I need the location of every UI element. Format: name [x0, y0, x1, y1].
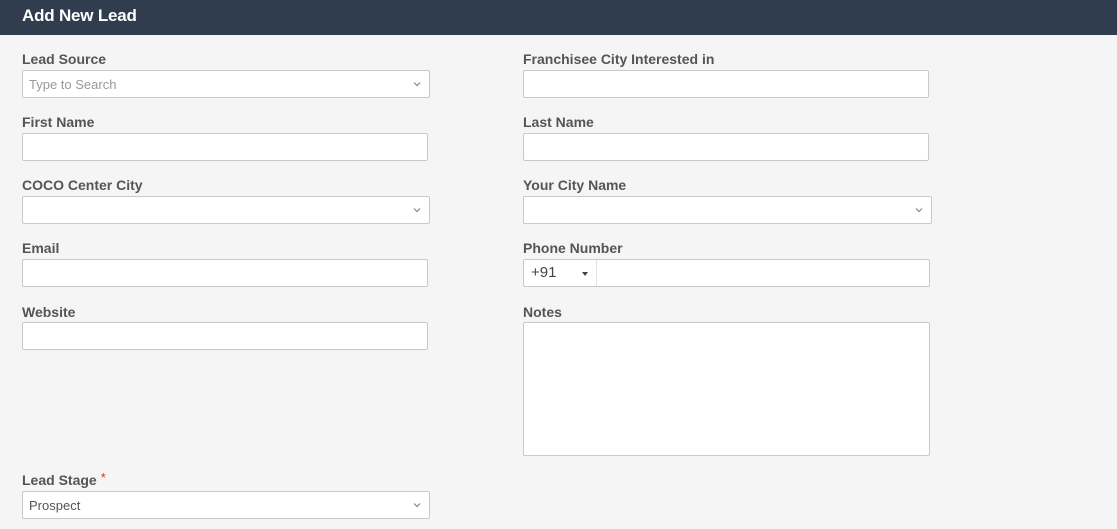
- email-input[interactable]: [22, 259, 428, 287]
- coco-center-city-select[interactable]: [22, 196, 430, 224]
- page-header: Add New Lead: [0, 0, 1117, 35]
- chevron-down-icon: [413, 208, 421, 213]
- lead-source-label: Lead Source: [22, 51, 107, 67]
- lead-source-select[interactable]: Type to Search: [22, 70, 430, 98]
- chevron-down-icon: [413, 82, 421, 87]
- phone-number-input[interactable]: [598, 260, 928, 286]
- website-input[interactable]: [22, 322, 428, 350]
- country-code-value: +91: [531, 264, 557, 281]
- notes-textarea[interactable]: [523, 322, 930, 456]
- website-label: Website: [22, 304, 76, 320]
- your-city-name-select[interactable]: [523, 196, 932, 224]
- franchisee-city-input[interactable]: [523, 70, 929, 98]
- coco-center-city-label: COCO Center City: [22, 177, 143, 193]
- lead-stage-label: Lead Stage *: [22, 470, 106, 488]
- phone-number-field: +91: [523, 259, 930, 287]
- your-city-name-label: Your City Name: [523, 177, 627, 193]
- phone-number-label: Phone Number: [523, 240, 623, 256]
- required-marker: *: [100, 470, 106, 485]
- first-name-label: First Name: [22, 114, 95, 130]
- caret-down-icon: [582, 272, 588, 276]
- lead-source-placeholder: Type to Search: [29, 77, 117, 92]
- first-name-input[interactable]: [22, 133, 428, 161]
- chevron-down-icon: [915, 208, 923, 213]
- email-label: Email: [22, 240, 60, 256]
- country-code-select[interactable]: +91: [524, 260, 597, 286]
- page-title: Add New Lead: [22, 6, 137, 25]
- last-name-input[interactable]: [523, 133, 929, 161]
- chevron-down-icon: [413, 503, 421, 508]
- lead-stage-label-text: Lead Stage: [22, 472, 97, 488]
- last-name-label: Last Name: [523, 114, 594, 130]
- lead-stage-select[interactable]: Prospect: [22, 491, 430, 519]
- franchisee-city-label: Franchisee City Interested in: [523, 51, 715, 67]
- notes-label: Notes: [523, 304, 562, 320]
- lead-stage-value: Prospect: [29, 498, 81, 513]
